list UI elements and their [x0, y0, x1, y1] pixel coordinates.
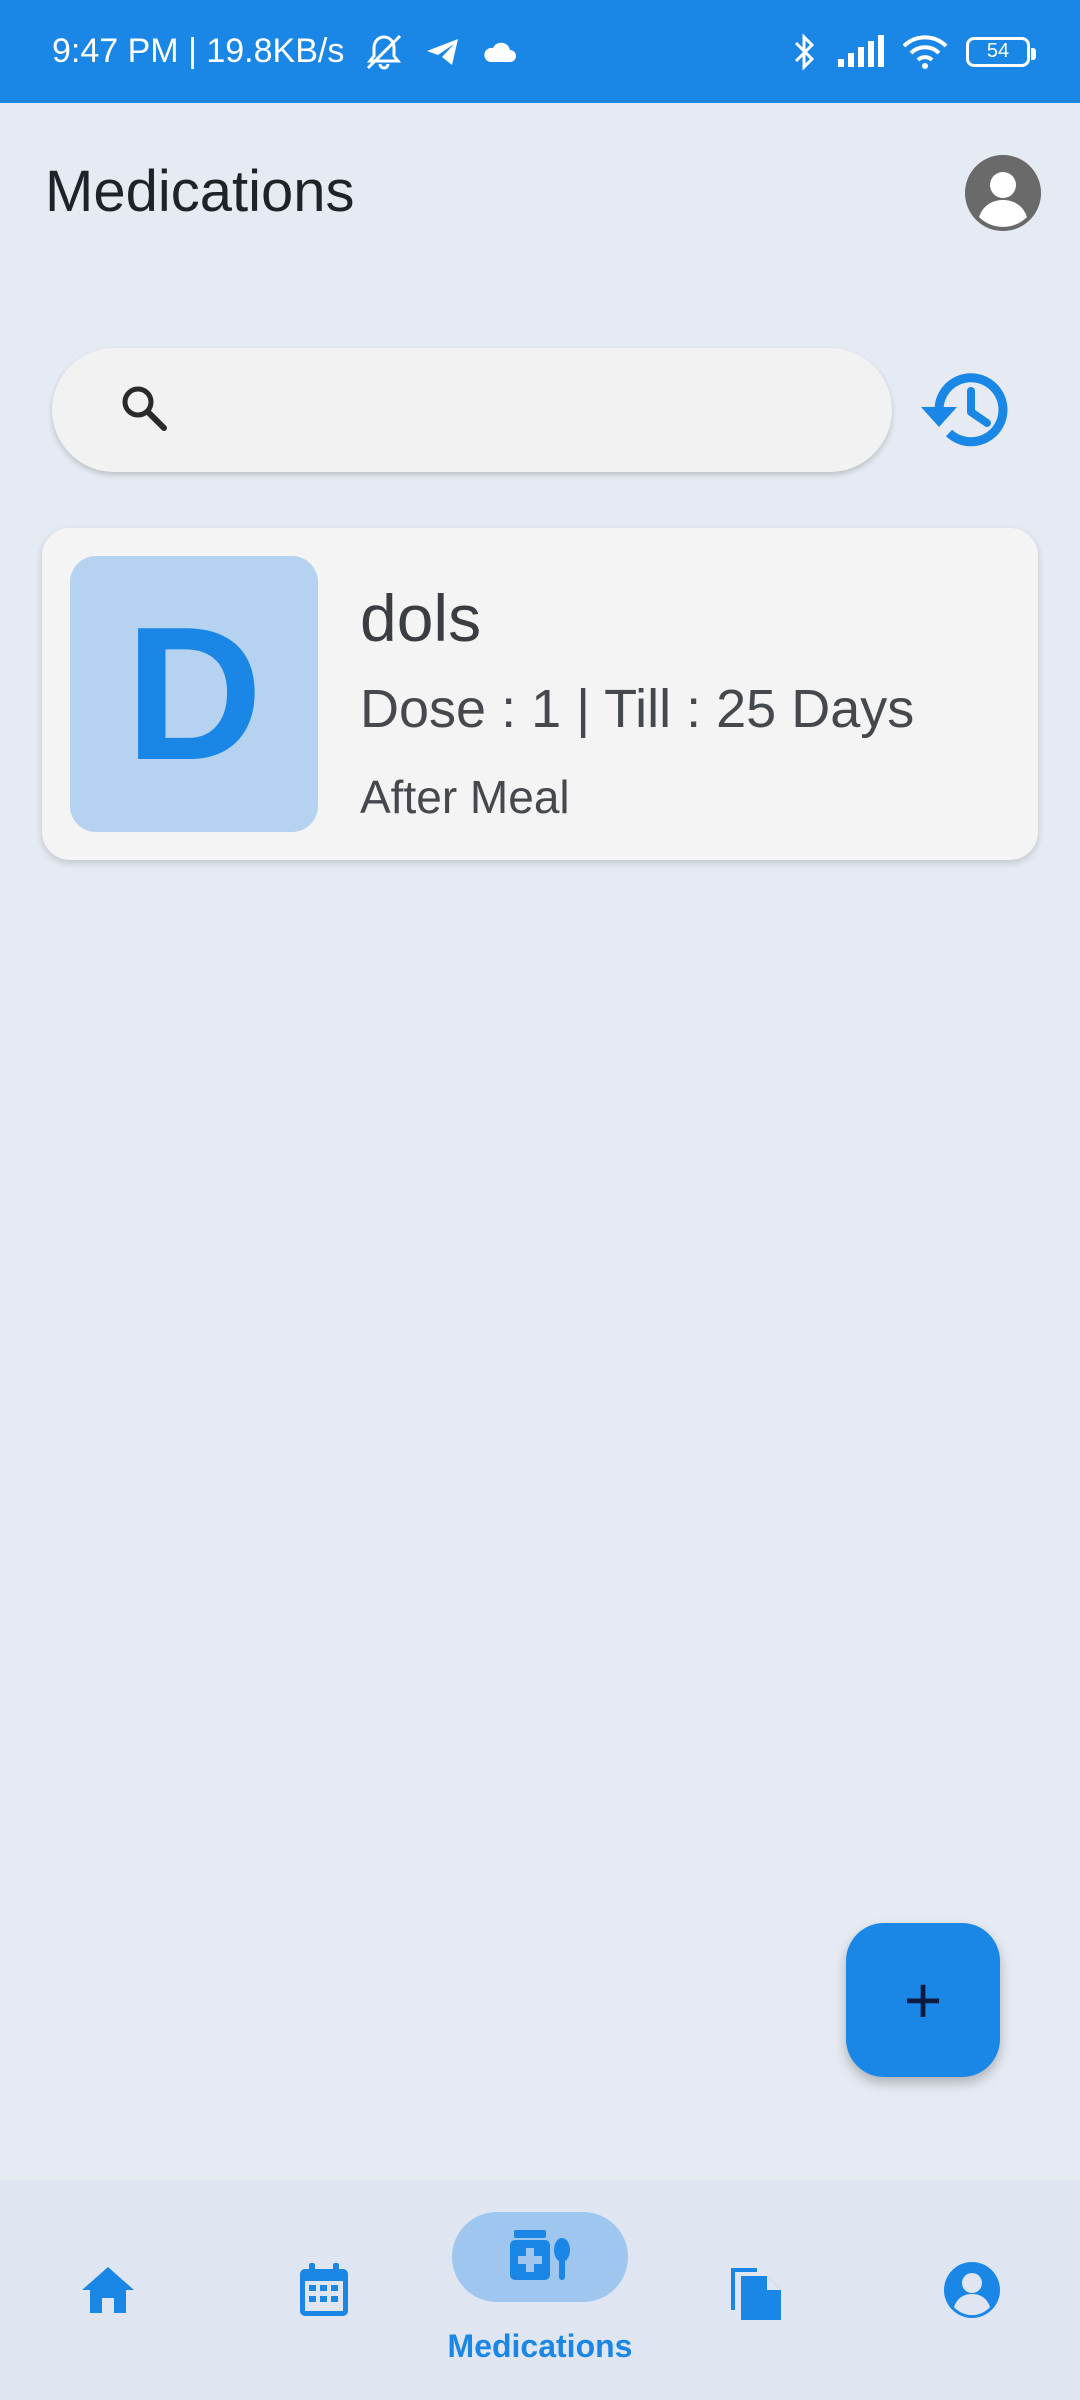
medication-dose: Dose : 1 | Till : 25 Days — [360, 679, 915, 739]
search-icon — [118, 382, 170, 439]
nav-medications-label: Medications — [447, 2328, 633, 2364]
signal-icon — [836, 34, 884, 69]
bottom-navigation: Medications — [0, 2180, 1080, 2400]
status-bar: 9:47 PM | 19.8KB/s 54 — [0, 0, 1080, 103]
medication-bottle-icon — [508, 2228, 572, 2287]
page-title: Medications — [45, 159, 355, 224]
home-icon — [79, 2264, 137, 2316]
cloud-icon — [480, 38, 518, 66]
medication-initial-avatar: D — [70, 556, 318, 832]
bluetooth-icon — [792, 32, 818, 72]
account-icon — [965, 155, 1041, 231]
account-circle-icon — [943, 2261, 1001, 2319]
medication-timing: After Meal — [360, 771, 570, 823]
add-medication-button[interactable]: + — [846, 1923, 1000, 2077]
nav-profile[interactable] — [872, 2180, 1072, 2400]
medication-card[interactable]: D dols Dose : 1 | Till : 25 Days After M… — [42, 528, 1038, 860]
medications-screen: 9:47 PM | 19.8KB/s 54 Medications D dols… — [0, 0, 1080, 2400]
documents-icon — [727, 2258, 785, 2322]
wifi-icon — [902, 34, 948, 70]
history-icon — [921, 373, 1008, 447]
search-bar[interactable] — [52, 348, 892, 472]
search-input[interactable] — [198, 387, 838, 433]
calendar-icon — [297, 2261, 351, 2319]
nav-medications[interactable]: Medications — [440, 2180, 640, 2400]
plus-icon: + — [903, 1963, 943, 2037]
status-time-speed: 9:47 PM | 19.8KB/s — [52, 32, 345, 70]
battery-indicator: 54 — [966, 36, 1036, 67]
active-indicator-pill — [452, 2212, 628, 2302]
profile-avatar-button[interactable] — [965, 155, 1041, 231]
status-left: 9:47 PM | 19.8KB/s — [52, 32, 518, 72]
telegram-icon — [424, 35, 462, 69]
nav-calendar[interactable] — [224, 2180, 424, 2400]
battery-level: 54 — [986, 40, 1010, 62]
mute-bell-icon — [362, 32, 406, 72]
medication-name: dols — [360, 581, 482, 655]
nav-documents[interactable] — [656, 2180, 856, 2400]
status-right: 54 — [792, 32, 1036, 72]
history-button[interactable] — [915, 365, 1015, 455]
nav-home[interactable] — [8, 2180, 208, 2400]
